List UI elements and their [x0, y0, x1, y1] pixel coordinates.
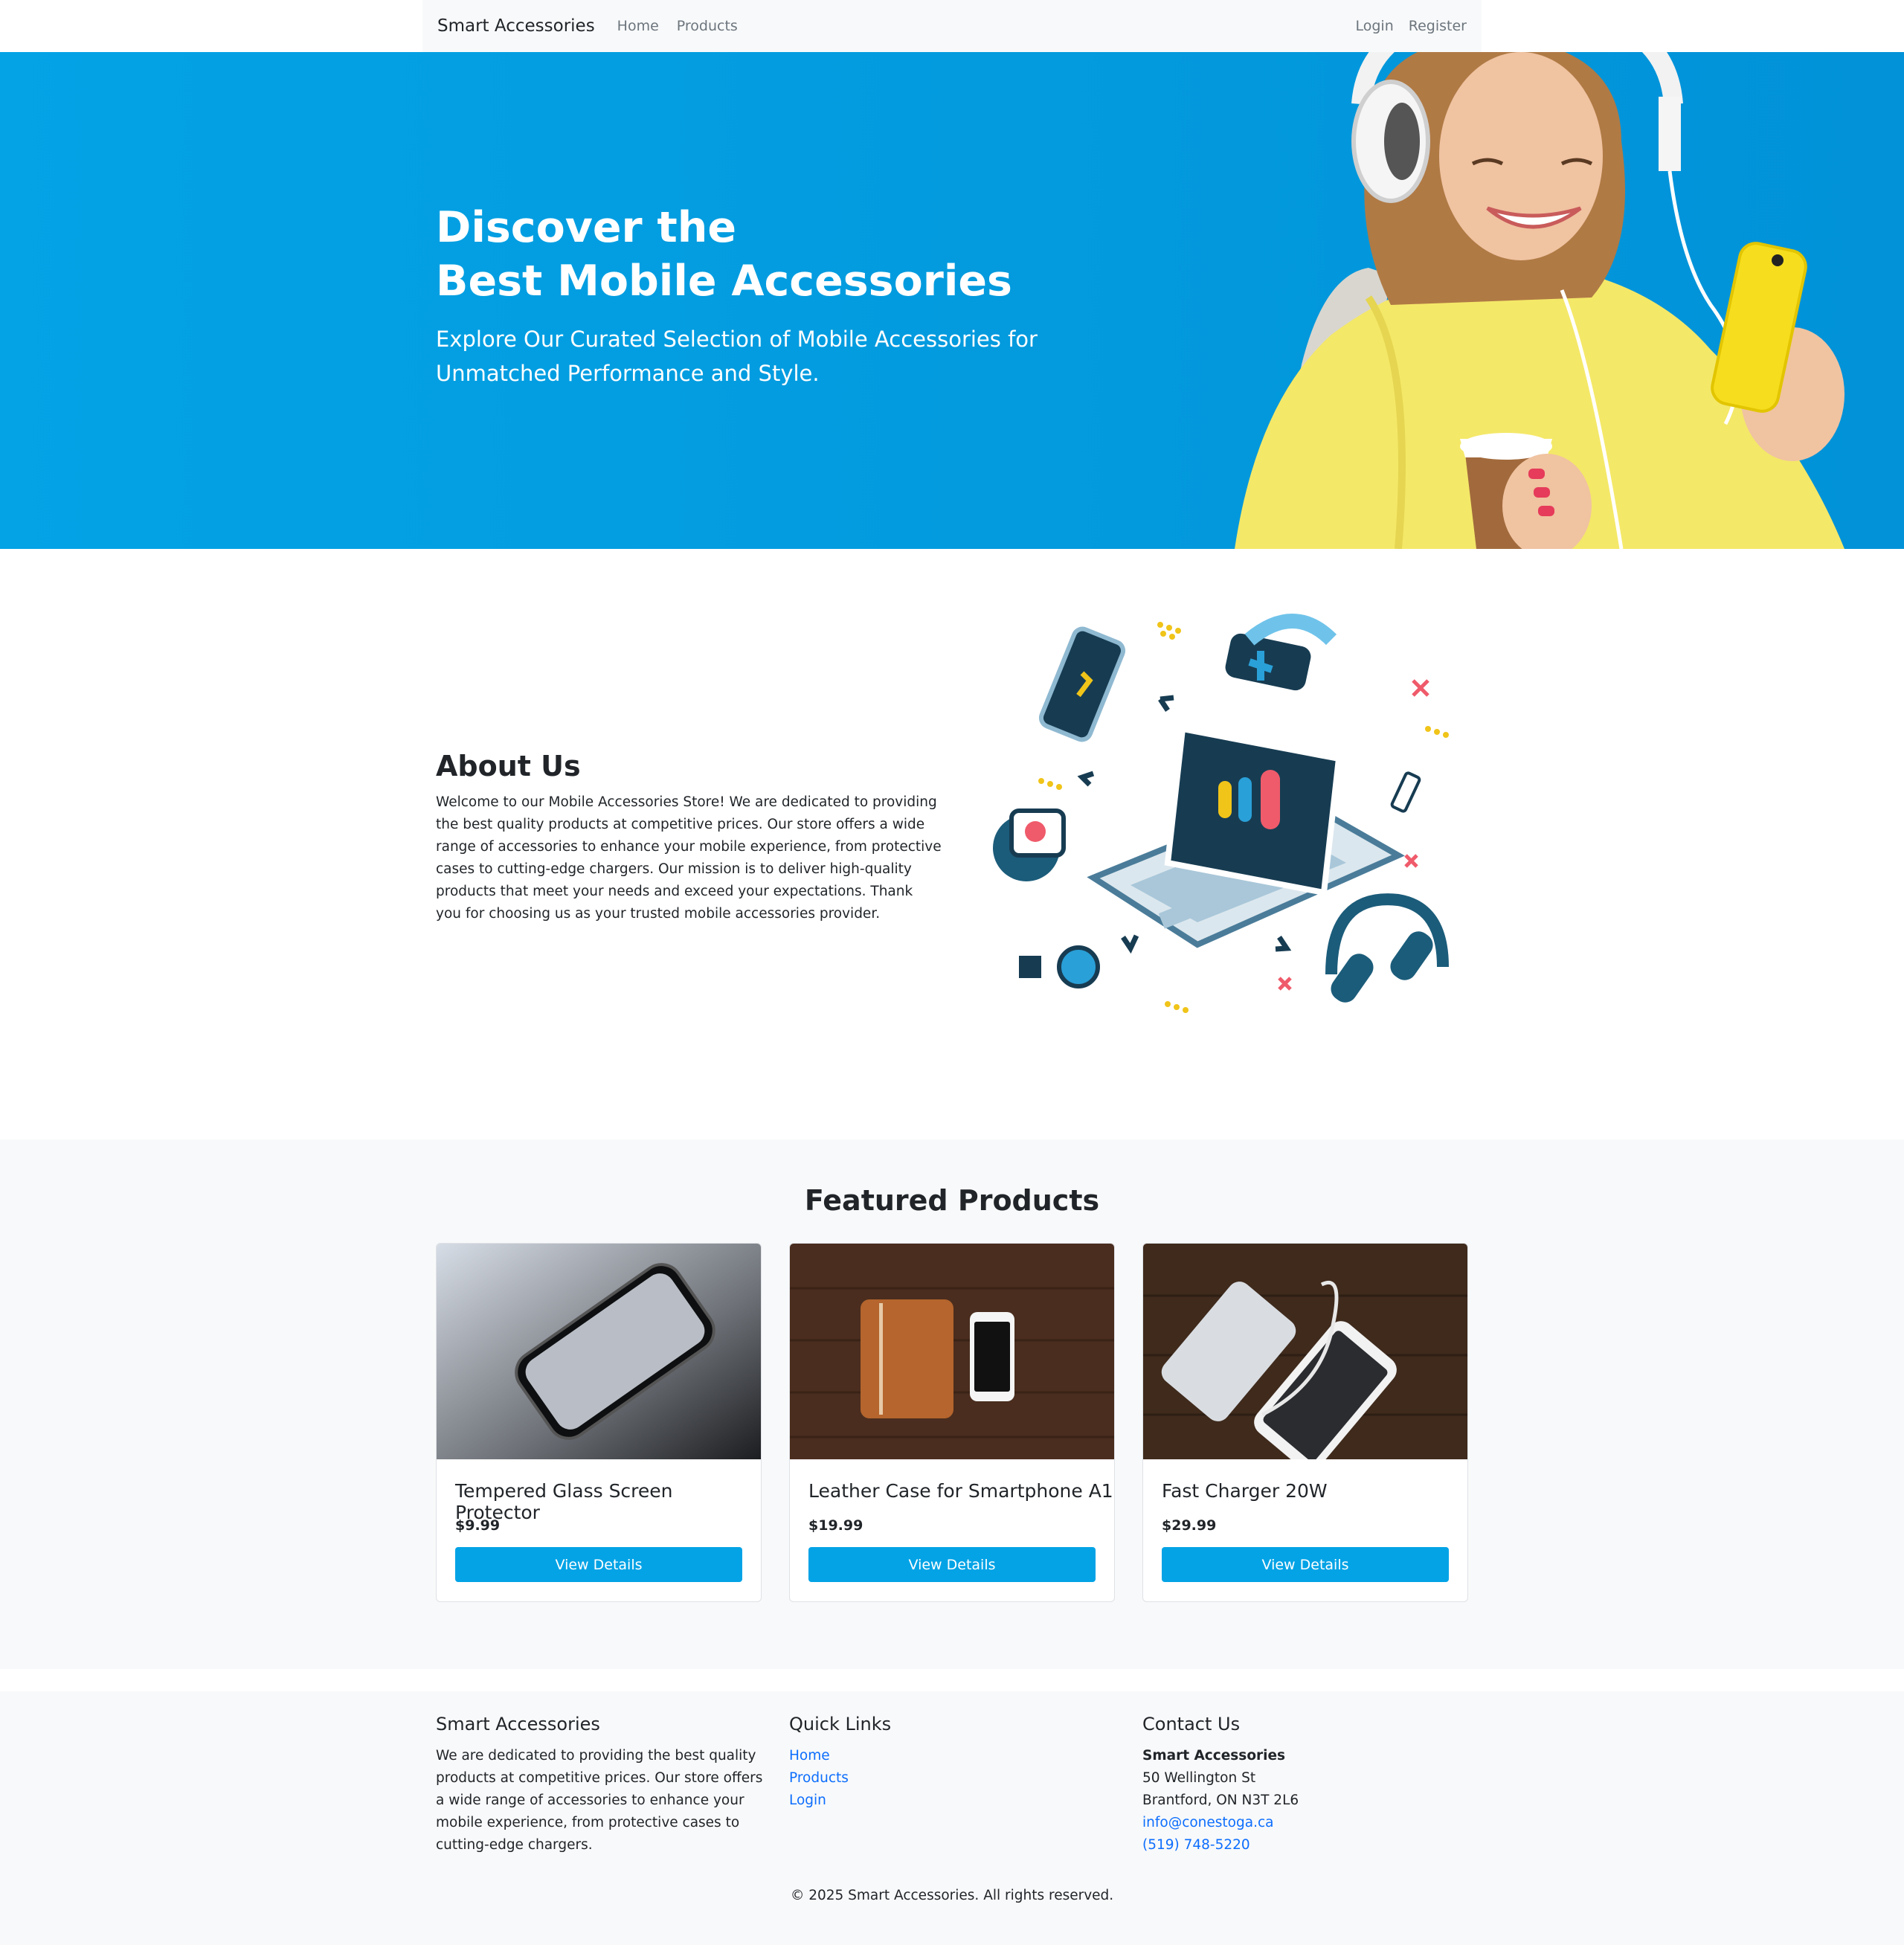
footer-link-products[interactable]: Products: [789, 1767, 849, 1790]
view-details-button[interactable]: View Details: [455, 1547, 742, 1582]
about-title: About Us: [436, 750, 581, 782]
navbar-brand[interactable]: Smart Accessories: [437, 16, 595, 36]
footer-contact-title: Contact Us: [1142, 1714, 1241, 1735]
footer-about-title: Smart Accessories: [436, 1714, 600, 1735]
contact-email-link[interactable]: info@conestoga.ca: [1142, 1812, 1299, 1834]
footer-about-text: We are dedicated to providing the best q…: [436, 1748, 763, 1853]
view-details-button[interactable]: View Details: [808, 1547, 1096, 1582]
hero-woman-with-phone-image: [1235, 52, 1844, 549]
nav-link-login[interactable]: Login: [1341, 18, 1394, 34]
top-navbar: Smart Accessories Home Products Login Re…: [422, 0, 1482, 52]
featured-products-section: Featured Products Tempered Glass Screen …: [0, 1139, 1904, 1669]
nav-auth-links: Login Register: [1341, 18, 1467, 34]
product-price: $29.99: [1162, 1517, 1217, 1534]
hero-subtitle-line-1: Explore Our Curated Selection of Mobile …: [436, 327, 1038, 352]
product-title: Tempered Glass Screen Protector: [455, 1480, 673, 1523]
hero-title: Discover the Best Mobile Accessories: [436, 201, 1105, 308]
site-footer: Smart Accessories We are dedicated to pr…: [0, 1691, 1904, 1945]
footer-links-title: Quick Links: [789, 1714, 892, 1735]
product-image-fast-charger: [1143, 1244, 1467, 1459]
view-details-button[interactable]: View Details: [1162, 1547, 1449, 1582]
contact-name: Smart Accessories: [1142, 1748, 1286, 1764]
product-price: $9.99: [455, 1517, 501, 1534]
hero-title-line-2: Best Mobile Accessories: [436, 257, 1012, 306]
product-card: Leather Case for Smartphone A1 $19.99 Vi…: [789, 1243, 1115, 1602]
hero-subtitle-line-2: Unmatched Performance and Style.: [436, 361, 820, 386]
product-image-screen-protector: [437, 1244, 761, 1459]
featured-title: Featured Products: [804, 1184, 1100, 1217]
nav-link-home[interactable]: Home: [617, 18, 659, 34]
contact-street: 50 Wellington St: [1142, 1770, 1256, 1786]
product-card: Tempered Glass Screen Protector $9.99 Vi…: [436, 1243, 762, 1602]
hero-banner: Discover the Best Mobile Accessories Exp…: [0, 52, 1904, 549]
hero-title-line-1: Discover the: [436, 203, 736, 252]
copyright-text: © 2025 Smart Accessories. All rights res…: [790, 1888, 1114, 1903]
product-title: Fast Charger 20W: [1162, 1480, 1328, 1502]
hero-subtitle: Explore Our Curated Selection of Mobile …: [436, 322, 1046, 390]
contact-phone-link[interactable]: (519) 748-5220: [1142, 1834, 1299, 1856]
footer-contact: Smart Accessories 50 Wellington St Brant…: [1142, 1745, 1299, 1856]
contact-city: Brantford, ON N3T 2L6: [1142, 1793, 1299, 1808]
footer-link-home[interactable]: Home: [789, 1745, 849, 1767]
product-image-leather-case: [790, 1244, 1114, 1459]
footer-link-login[interactable]: Login: [789, 1790, 849, 1812]
nav-link-products[interactable]: Products: [677, 18, 738, 34]
footer-links: Home Products Login: [789, 1745, 849, 1812]
product-title: Leather Case for Smartphone A1: [808, 1480, 1113, 1502]
nav-link-register[interactable]: Register: [1394, 18, 1467, 34]
product-price: $19.99: [808, 1517, 863, 1534]
about-text: Welcome to our Mobile Accessories Store!…: [436, 794, 942, 922]
product-card: Fast Charger 20W $29.99 View Details: [1142, 1243, 1468, 1602]
mobile-accessories-illustration: [993, 614, 1449, 1013]
